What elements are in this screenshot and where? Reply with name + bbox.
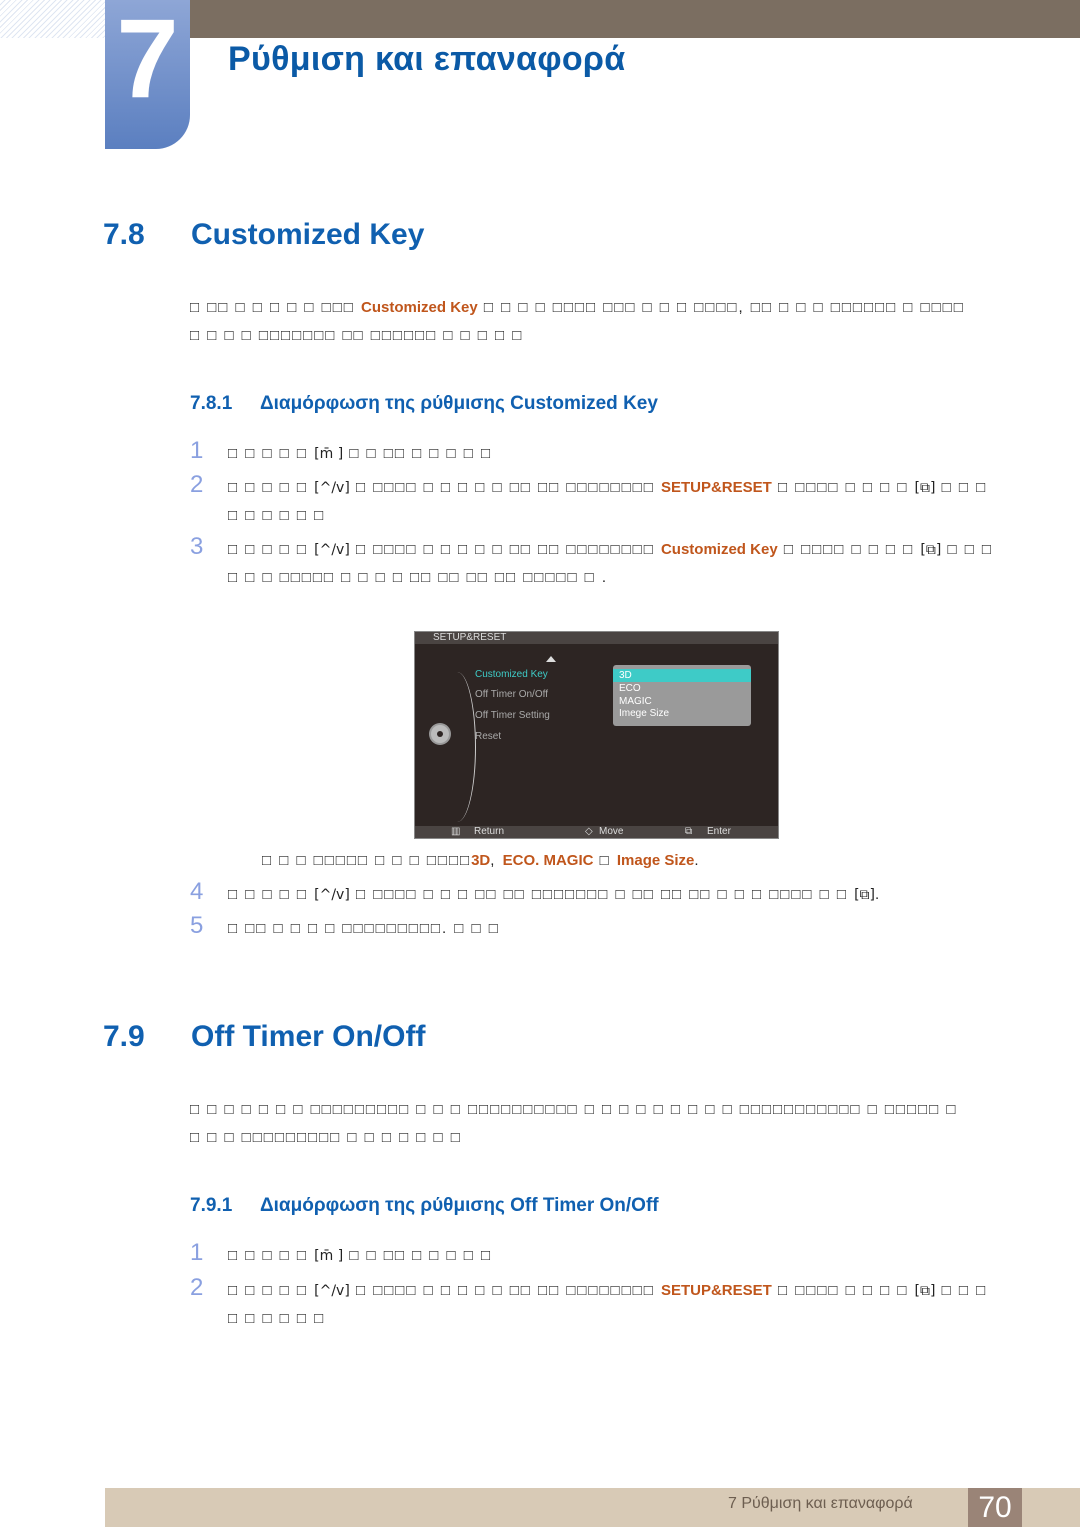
- step-highlight: Customized Key: [660, 541, 778, 558]
- osd-menu-item[interactable]: Reset: [475, 731, 501, 742]
- enter-key-icon: [⧉]: [914, 1283, 936, 1299]
- osd-option[interactable]: ECO: [613, 682, 751, 695]
- step-number: 1: [190, 1239, 204, 1266]
- enter-key-icon: [⧉]: [920, 542, 942, 558]
- enter-key-icon: [⧉]: [854, 887, 876, 903]
- section-heading-7-8: 7.8 Customized Key: [103, 218, 424, 252]
- scroll-up-arrow-icon: [546, 656, 556, 662]
- menu-key-icon: [m̄ ]: [314, 446, 344, 462]
- osd-return-label: Return: [474, 826, 505, 837]
- decorative-hatch: [0, 0, 105, 38]
- section-title: Customized Key: [191, 218, 425, 251]
- step-text: □ □□ □ □ □ □ □□□□□□□□□. □ □ □: [228, 920, 500, 937]
- intro-text: □ □ □ □ □ □ □ □□□□□□□□□ □ □ □ □□□□□□□□□□…: [190, 1101, 958, 1118]
- enter-icon: ⧉: [685, 826, 693, 837]
- enter-key-icon: [⧉]: [914, 480, 936, 496]
- osd-footer: ▥ Return ◇ Move ⧉ Enter: [415, 826, 778, 838]
- section-number: 7.9: [103, 1020, 145, 1053]
- subsection-title: Διαμόρφωση της ρύθμισης Customized Key: [260, 393, 658, 414]
- step-number: 4: [190, 878, 204, 905]
- up-down-key-icon: [^/v]: [314, 542, 350, 558]
- up-down-key-icon: [^/v]: [314, 887, 350, 903]
- osd-decorative-curve: [445, 672, 476, 822]
- step-text: □ □ □ □ □ [m̄ ] □ □ □□ □ □ □ □ □: [228, 1247, 493, 1264]
- subsection-number: 7.9.1: [190, 1195, 233, 1216]
- intro-text: □ □ □ □ □□□□□□□ □□ □□□□□□ □ □ □ □ □: [190, 327, 524, 344]
- step-number: 1: [190, 437, 204, 464]
- step-highlight: SETUP&RESET: [660, 1282, 772, 1299]
- step-number: 2: [190, 471, 204, 498]
- footer-bar: [105, 1488, 1080, 1527]
- move-icon: ◇: [585, 826, 593, 837]
- intro-text: □ □□ □ □ □ □ □ □□□: [190, 299, 362, 316]
- intro-highlight: Customized Key: [361, 299, 478, 316]
- step-text: □ □ □ □ □ [m̄ ] □ □ □□ □ □ □ □ □: [228, 445, 493, 462]
- step-number: 5: [190, 912, 204, 939]
- section-intro: □ □ □ □ □ □ □ □□□□□□□□□ □ □ □ □□□□□□□□□□…: [190, 1096, 1030, 1152]
- header-bar: [190, 0, 1080, 38]
- osd-enter-label: Enter: [707, 826, 731, 837]
- page-number: 70: [968, 1488, 1022, 1527]
- step-number: 3: [190, 533, 204, 560]
- osd-menu-screenshot: SETUP&RESET Customized Key Off Timer On/…: [414, 631, 779, 839]
- intro-text: □ □ □ □ □□□□ □□□ □ □ □ □□□□, □□ □ □ □ □□…: [477, 299, 965, 316]
- subsection-heading-7-8-1: 7.8.1 Διαμόρφωση της ρύθμισης Customized …: [190, 393, 658, 415]
- step-number: 2: [190, 1274, 204, 1301]
- step-text: □ □ □ □ □ [^/v] □ □□□□ □ □ □ □□ □□ □□□□□…: [228, 886, 882, 903]
- subsection-number: 7.8.1: [190, 393, 233, 414]
- osd-move-label: Move: [599, 826, 624, 837]
- step-text: □ □ □ □ □ [^/v] □ □□□□ □ □ □ □ □ □□ □□ □…: [228, 541, 993, 586]
- up-down-key-icon: [^/v]: [314, 1283, 350, 1299]
- menu-key-icon: [m̄ ]: [314, 1248, 344, 1264]
- intro-text: □ □ □ □□□□□□□□□ □ □ □ □ □ □ □: [190, 1129, 462, 1146]
- section-number: 7.8: [103, 218, 145, 251]
- footer-chapter-title: 7 Ρύθμιση και επαναφορά: [728, 1495, 913, 1512]
- osd-header: SETUP&RESET: [415, 632, 778, 644]
- osd-menu-item[interactable]: Off Timer Setting: [475, 710, 550, 721]
- osd-menu-item[interactable]: Customized Key: [475, 669, 548, 680]
- return-icon: ▥: [451, 826, 461, 837]
- chapter-badge: 7: [105, 0, 190, 149]
- osd-option[interactable]: 3D: [613, 669, 751, 682]
- step-text: □ □ □ □ □ [^/v] □ □□□□ □ □ □ □ □ □□ □□ □…: [228, 1282, 988, 1327]
- osd-option[interactable]: MAGIC: [613, 695, 751, 708]
- section-intro: □ □□ □ □ □ □ □ □□□ Customized Key □ □ □ …: [190, 294, 1030, 350]
- subsection-title: Διαμόρφωση της ρύθμισης Off Timer On/Off: [260, 1195, 659, 1216]
- osd-option[interactable]: Imege Size: [613, 707, 751, 720]
- section-heading-7-9: 7.9 Off Timer On/Off: [103, 1020, 425, 1054]
- chapter-number: 7: [116, 0, 179, 121]
- gear-icon: [431, 725, 449, 743]
- section-title: Off Timer On/Off: [191, 1020, 426, 1053]
- osd-menu-item[interactable]: Off Timer On/Off: [475, 689, 548, 700]
- up-down-key-icon: [^/v]: [314, 480, 350, 496]
- note-text: □ □ □ □□□□□ □ □ □ □□□□3D, ECO. MAGIC □ I…: [262, 852, 701, 869]
- step-highlight: SETUP&RESET: [660, 479, 772, 496]
- chapter-title: Ρύθμιση και επαναφορά: [228, 40, 626, 78]
- step-text: □ □ □ □ □ [^/v] □ □□□□ □ □ □ □ □ □□ □□ □…: [228, 479, 988, 524]
- osd-options-dropdown: 3D ECO MAGIC Imege Size: [613, 665, 751, 726]
- subsection-heading-7-9-1: 7.9.1 Διαμόρφωση της ρύθμισης Off Timer O…: [190, 1195, 659, 1217]
